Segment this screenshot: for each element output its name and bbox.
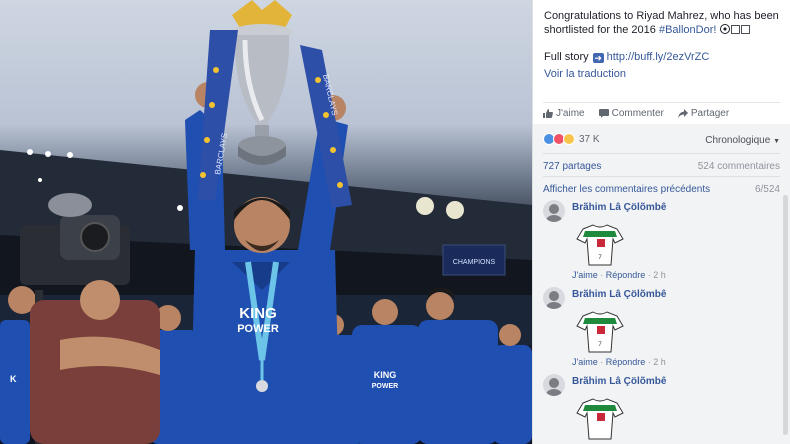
comments-pager: 6/524	[754, 184, 780, 195]
flag-emoji-icon	[730, 25, 740, 34]
photo-illustration: CHAMPIONS BARCLAYS BARCLAYS KING POWER K…	[0, 0, 532, 444]
flag-emoji-icon	[740, 25, 750, 34]
comment-reply-link[interactable]: Répondre	[606, 270, 646, 280]
stadium-screen-text: CHAMPIONS	[453, 259, 496, 266]
divider	[543, 102, 780, 103]
comments-count[interactable]: 524 commentaires	[698, 161, 780, 172]
story-link[interactable]: http://buff.ly/2ezVrZC	[607, 51, 710, 63]
shirt-text-player2b: POWER	[372, 383, 398, 390]
comment-author[interactable]: Brãhim Lâ Çölõmbê	[572, 376, 666, 387]
full-story-line: Full story ➜ http://buff.ly/2ezVrZC	[544, 51, 709, 63]
share-button[interactable]: Partager	[677, 108, 730, 119]
avatar-image	[546, 378, 562, 396]
comment-item: Brãhim Lâ Çölõmbê 7 J'aime · Répondre · …	[543, 287, 779, 367]
share-label: Partager	[690, 108, 730, 119]
comment-sort-dropdown[interactable]: Chronologique ▼	[705, 135, 780, 146]
comment-item: Brãhim Lâ Çölõmbê	[543, 374, 779, 444]
comment-author[interactable]: Brãhim Lâ Çölõmbê	[572, 289, 666, 300]
full-story-label: Full story	[544, 51, 589, 63]
caret-down-icon: ▼	[773, 138, 780, 145]
share-icon	[677, 109, 688, 118]
comment-item: Brãhim Lâ Çölõmbê 7 J'aime · Répondre · …	[543, 200, 779, 280]
comment-like-link[interactable]: J'aime	[572, 270, 598, 280]
jersey-sticker	[576, 398, 624, 440]
hashtag-link[interactable]: #BallonDor!	[659, 24, 716, 36]
shares-count[interactable]: 727 partages	[543, 161, 601, 172]
comment-like-link[interactable]: J'aime	[572, 357, 598, 367]
avatar[interactable]	[543, 374, 565, 396]
avatar-image	[546, 204, 562, 222]
see-translation-link[interactable]: Voir la traduction	[544, 68, 626, 80]
shirt-text-2: POWER	[237, 323, 279, 335]
thumbs-up-icon	[543, 109, 553, 118]
comment-icon	[598, 109, 609, 118]
comment-time[interactable]: 2 h	[653, 357, 666, 367]
right-arrow-icon: ➜	[592, 53, 604, 63]
post-sidebar: Congratulations to Riyad Mahrez, who has…	[532, 0, 790, 444]
avatar[interactable]	[543, 287, 565, 309]
jersey-sticker: 7	[576, 311, 624, 353]
comment-actions: J'aime · Répondre · 2 h	[572, 357, 666, 367]
avatar[interactable]	[543, 200, 565, 222]
divider	[543, 153, 780, 154]
football-emoji-icon	[719, 24, 730, 34]
reactions-summary[interactable]: 37 K	[543, 133, 600, 145]
comment-actions: J'aime · Répondre · 2 h	[572, 270, 666, 280]
comment-reply-link[interactable]: Répondre	[606, 357, 646, 367]
post-caption: Congratulations to Riyad Mahrez, who has…	[544, 9, 784, 37]
shirt-text-player2: KING	[374, 370, 397, 380]
shirt-text-player3: K	[10, 374, 17, 384]
reactions-count: 37 K	[579, 133, 600, 145]
comment-author[interactable]: Brãhim Lâ Çölõmbê	[572, 202, 666, 213]
comments-scrollbar[interactable]	[783, 195, 788, 435]
jersey-sticker: 7	[576, 224, 624, 266]
like-button[interactable]: J'aime	[543, 108, 585, 119]
post-photo[interactable]: CHAMPIONS BARCLAYS BARCLAYS KING POWER K…	[0, 0, 532, 444]
show-previous-comments-link[interactable]: Afficher les commentaires précédents	[543, 184, 710, 195]
avatar-image	[546, 291, 562, 309]
sort-label: Chronologique	[705, 135, 771, 146]
post-actions: J'aime Commenter Partager	[543, 108, 729, 119]
like-label: J'aime	[556, 108, 585, 119]
comment-label: Commenter	[611, 108, 664, 119]
shirt-text-1: KING	[239, 305, 277, 322]
comment-button[interactable]: Commenter	[598, 108, 664, 119]
divider	[543, 176, 780, 177]
wow-reaction-icon	[563, 133, 575, 145]
comment-time[interactable]: 2 h	[653, 270, 666, 280]
